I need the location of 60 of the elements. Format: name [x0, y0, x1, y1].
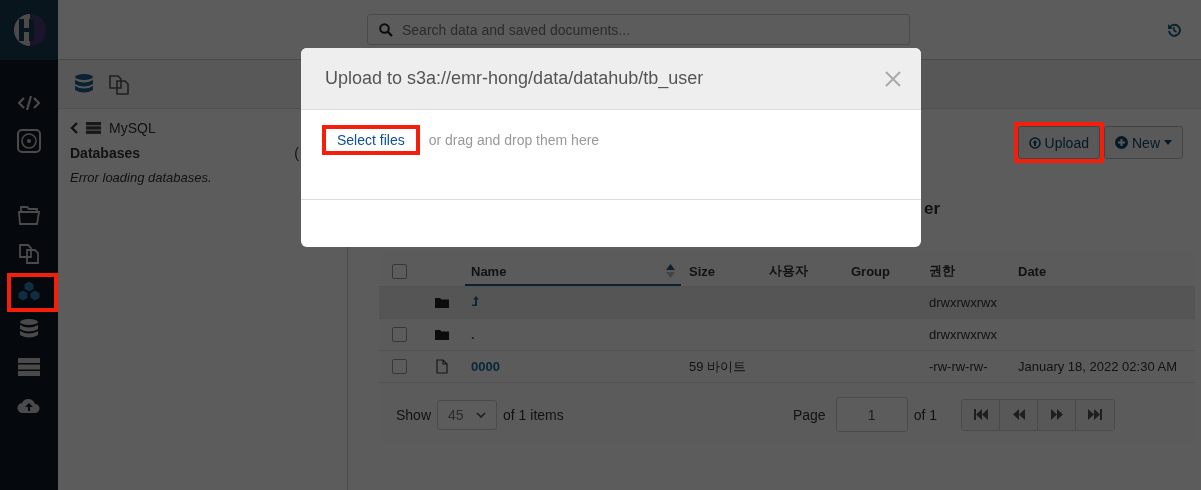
close-button[interactable] [885, 70, 901, 87]
file-icon [436, 359, 448, 374]
count-label: ( [294, 145, 299, 161]
cloud-upload-icon [17, 396, 41, 414]
rewind-icon [1012, 409, 1025, 420]
show-label: Show [396, 406, 432, 423]
last-page-icon [1088, 409, 1102, 420]
caret-icon [1164, 140, 1172, 145]
folder-icon [435, 329, 449, 340]
cubes-icon [16, 280, 42, 302]
size-cell-text: 59 바이트 [688, 357, 748, 376]
documents-icon[interactable] [108, 73, 130, 95]
checkbox[interactable] [391, 359, 407, 374]
target-icon [17, 129, 41, 153]
folder-icon [17, 204, 41, 226]
highlight-frame [7, 273, 58, 312]
checkbox[interactable] [391, 327, 407, 342]
chevron-icon [476, 411, 487, 418]
column-header[interactable]: Date [1010, 263, 1195, 279]
database-source-label[interactable]: MySQL [109, 120, 156, 136]
items-count: of 1 items [503, 406, 564, 423]
folder-icon [435, 297, 449, 308]
database-icon[interactable] [74, 73, 94, 95]
file-link[interactable]: 0000 [465, 359, 681, 374]
server-icon [18, 358, 40, 376]
page-heading: er [923, 198, 942, 219]
sort-icon[interactable] [666, 264, 675, 278]
level-up-icon[interactable] [471, 295, 480, 307]
documents-icon [18, 242, 40, 264]
column-header[interactable]: 권한 [921, 262, 1010, 280]
permissions-cell-text: -rw-rw-rw- [928, 359, 989, 374]
select-files-button[interactable]: Select files [323, 126, 419, 154]
dialog-title: Upload to s3a://emr-hong/data/datahub/tb_user [325, 68, 704, 89]
code-icon [18, 95, 40, 111]
page-count: of 1 [913, 406, 937, 423]
close-icon [885, 70, 901, 87]
page-label: Page [792, 406, 826, 423]
plus-icon [1115, 136, 1128, 149]
first-page-icon [973, 409, 988, 420]
fast-forward-icon [1050, 409, 1063, 420]
database-icon [19, 318, 39, 340]
file-link[interactable]: . [465, 327, 681, 342]
page-input[interactable]: 1 [835, 397, 908, 432]
error-message: Error loading databases. [70, 170, 213, 185]
upload-icon [1028, 136, 1041, 149]
permissions-cell-text: drwxrwxrwx [928, 327, 998, 342]
column-header[interactable]: Group [843, 263, 921, 279]
server-icon [86, 122, 101, 134]
history-icon[interactable] [1167, 23, 1181, 37]
search-icon [379, 23, 393, 37]
permissions-cell-text: drwxrwxrwx [928, 295, 998, 310]
column-header[interactable]: Size [681, 263, 761, 279]
section-heading: Databases [70, 145, 141, 161]
back-icon[interactable] [70, 122, 78, 134]
new-button[interactable]: New [1104, 126, 1183, 159]
first-page-button[interactable] [962, 399, 1000, 430]
column-header[interactable]: 사용자 [761, 262, 843, 280]
drop-hint: or drag and drop them here [428, 131, 600, 148]
checkbox[interactable] [391, 263, 407, 279]
date-cell-text: January 18, 2022 02:30 AM [1017, 359, 1178, 374]
